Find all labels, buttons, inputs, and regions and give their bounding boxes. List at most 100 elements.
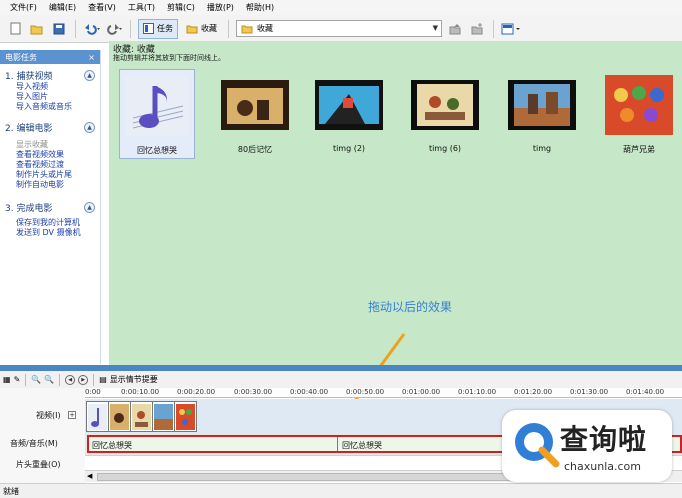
new-collection-icon[interactable] bbox=[468, 19, 486, 39]
show-collections-link[interactable]: 显示收藏 bbox=[0, 140, 100, 150]
zoom-out-icon[interactable]: 🔍 bbox=[44, 375, 54, 384]
audio-clip-divider bbox=[337, 437, 338, 451]
import-audio-link[interactable]: 导入音频或音乐 bbox=[0, 102, 100, 112]
ruler-tick: 0:00:20.00 bbox=[177, 388, 216, 396]
menu-file[interactable]: 文件(F) bbox=[10, 2, 37, 13]
open-folder-icon[interactable] bbox=[28, 19, 46, 39]
toolbar-divider bbox=[493, 19, 494, 38]
collapse-icon[interactable]: ▲ bbox=[84, 121, 95, 133]
import-video-link[interactable]: 导入视频 bbox=[0, 82, 100, 92]
movie-tasks-pane: 电影任务 × 1. 捕获视频 ▲ 导入视频 导入图片 导入音频或音乐 2. 编辑… bbox=[0, 50, 101, 364]
play-icon[interactable]: ▶ bbox=[78, 374, 89, 385]
section-capture-video[interactable]: 1. 捕获视频 ▲ bbox=[0, 68, 100, 82]
watermark-url: chaxunla.com bbox=[564, 460, 641, 473]
section-finish-movie[interactable]: 3. 完成电影 ▲ bbox=[0, 200, 100, 214]
menu-edit[interactable]: 编辑(E) bbox=[49, 2, 76, 13]
tasks-button[interactable]: 任务 bbox=[138, 18, 178, 39]
save-icon[interactable] bbox=[50, 19, 68, 39]
clip-item[interactable]: timg (2) bbox=[311, 69, 387, 153]
save-to-computer-link[interactable]: 保存到我的计算机 bbox=[0, 218, 100, 228]
ruler-tick: 0:00:40.00 bbox=[290, 388, 329, 396]
clip-thumbnail bbox=[411, 73, 479, 136]
expand-icon[interactable]: + bbox=[68, 411, 76, 419]
track-labels: 视频(I) + 音频/音乐(M) 片头重叠(O) bbox=[0, 388, 85, 483]
chevron-down-icon: ▼ bbox=[432, 24, 438, 32]
watermark-text: 查询啦 bbox=[560, 423, 648, 456]
menu-clip[interactable]: 剪辑(C) bbox=[167, 2, 195, 13]
clip-caption: 回忆总想哭 bbox=[137, 146, 177, 155]
clip-caption: timg (6) bbox=[428, 144, 462, 153]
clip-caption: timg (2) bbox=[332, 144, 366, 153]
views-icon[interactable] bbox=[501, 19, 521, 39]
menu-play[interactable]: 播放(P) bbox=[207, 2, 234, 13]
collection-area: 收藏: 收藏 拖动剪辑并将其放到下面时间线上。 回忆总想哭 80后记忆 timg… bbox=[109, 41, 682, 365]
video-clip[interactable] bbox=[86, 401, 109, 432]
collections-button[interactable]: 收藏 bbox=[182, 19, 221, 39]
clip-thumbnail bbox=[221, 73, 289, 136]
menu-help[interactable]: 帮助(H) bbox=[246, 2, 274, 13]
view-video-transitions-link[interactable]: 查看视频过渡 bbox=[0, 160, 100, 170]
section-edit-movie[interactable]: 2. 编辑电影 ▲ bbox=[0, 120, 100, 134]
collection-select[interactable]: 收藏 ▼ bbox=[236, 20, 442, 37]
show-storyboard-button[interactable]: 显示情节提要 bbox=[110, 374, 158, 385]
clip-item[interactable]: 回忆总想哭 bbox=[119, 69, 195, 159]
rewind-icon[interactable]: ◀ bbox=[65, 374, 76, 385]
toolbar-divider bbox=[93, 373, 95, 386]
clip-item[interactable]: timg bbox=[504, 69, 580, 153]
toolbar-divider bbox=[130, 19, 131, 38]
video-clip[interactable] bbox=[174, 401, 197, 432]
redo-icon[interactable] bbox=[105, 19, 123, 39]
new-project-icon[interactable] bbox=[6, 19, 24, 39]
search-logo-icon bbox=[515, 423, 560, 468]
overlay-track-label: 片头重叠(O) bbox=[16, 460, 61, 469]
ruler-tick: 0:01:40.00 bbox=[626, 388, 665, 396]
tasks-label: 任务 bbox=[157, 24, 173, 33]
timeline-ruler[interactable]: 0:00 0:00:10.00 0:00:20.00 0:00:30.00 0:… bbox=[85, 388, 682, 398]
clip-item[interactable]: 80后记忆 bbox=[217, 69, 293, 155]
clip-item[interactable]: timg (6) bbox=[407, 69, 483, 153]
ruler-tick: 0:01:30.00 bbox=[570, 388, 609, 396]
clip-caption: 葫芦兄弟 bbox=[623, 145, 655, 154]
timeline-settings-icon[interactable]: ▦ bbox=[3, 375, 11, 384]
movie-tasks-title: 电影任务 bbox=[5, 52, 37, 62]
music-note-icon bbox=[123, 74, 191, 137]
ruler-tick: 0:01:10.00 bbox=[458, 388, 497, 396]
status-bar: 就绪 bbox=[0, 483, 682, 498]
view-video-effects-link[interactable]: 查看视频效果 bbox=[0, 150, 100, 160]
video-track-label: 视频(I) bbox=[36, 411, 61, 420]
toolbar-divider bbox=[75, 19, 76, 38]
scroll-left-icon[interactable]: ◀ bbox=[87, 472, 92, 480]
up-level-icon[interactable] bbox=[446, 19, 464, 39]
ruler-tick: 0:01:20.00 bbox=[514, 388, 553, 396]
section-title: 1. 捕获视频 bbox=[5, 71, 53, 82]
collapse-icon[interactable]: ▲ bbox=[84, 201, 95, 213]
tasks-icon bbox=[143, 23, 154, 34]
collection-select-value: 收藏 bbox=[257, 24, 273, 33]
movie-tasks-header: 电影任务 × bbox=[0, 50, 100, 64]
menu-view[interactable]: 查看(V) bbox=[88, 2, 116, 13]
import-pictures-link[interactable]: 导入图片 bbox=[0, 92, 100, 102]
toolbar-divider bbox=[25, 373, 27, 386]
make-titles-link[interactable]: 制作片头或片尾 bbox=[0, 170, 100, 180]
storyboard-icon[interactable]: ▤ bbox=[99, 375, 107, 384]
clip-item[interactable]: 葫芦兄弟 bbox=[601, 69, 677, 155]
undo-icon[interactable] bbox=[83, 19, 101, 39]
send-to-dv-link[interactable]: 发送到 DV 摄像机 bbox=[0, 228, 100, 238]
watermark-logo: 查询啦 chaxunla.com bbox=[502, 410, 672, 482]
collections-label: 收藏 bbox=[201, 24, 217, 33]
toolbar-divider bbox=[59, 373, 61, 386]
close-icon[interactable]: × bbox=[88, 53, 95, 62]
make-automovie-link[interactable]: 制作自动电影 bbox=[0, 180, 100, 190]
video-clip[interactable] bbox=[130, 401, 153, 432]
collapse-icon[interactable]: ▲ bbox=[84, 69, 95, 81]
video-clip[interactable] bbox=[108, 401, 131, 432]
narrate-icon[interactable]: ✎ bbox=[14, 375, 21, 384]
menu-tools[interactable]: 工具(T) bbox=[128, 2, 155, 13]
section-title: 2. 编辑电影 bbox=[5, 123, 53, 134]
clip-caption: 80后记忆 bbox=[237, 145, 273, 154]
zoom-in-icon[interactable]: 🔍 bbox=[31, 375, 41, 384]
video-clip[interactable] bbox=[152, 401, 175, 432]
ruler-tick: 0:01:00.00 bbox=[402, 388, 441, 396]
timeline-toolbar: ▦ ✎ 🔍 🔍 ◀ ▶ ▤ 显示情节提要 bbox=[0, 371, 682, 388]
clip-thumbnail bbox=[315, 73, 383, 136]
